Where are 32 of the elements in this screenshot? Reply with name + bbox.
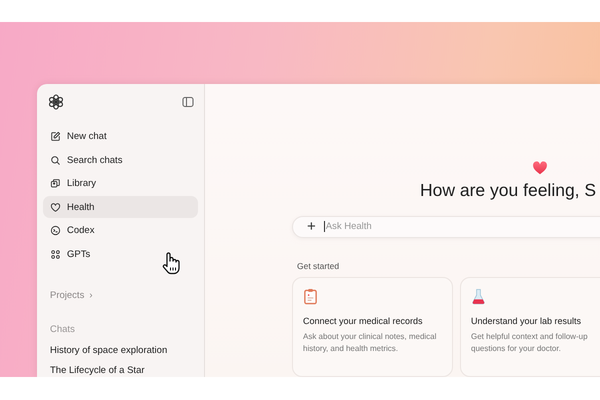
sidebar-item[interactable]: Search chats	[43, 149, 198, 172]
text-cursor-icon	[324, 221, 325, 232]
suggestion-card[interactable]: Understand your lab results Get helpful context and follow-up questions for your doctor.	[460, 277, 600, 377]
sidebar-item[interactable]: Codex	[43, 220, 198, 242]
sidebar-toggle-icon[interactable]	[182, 96, 194, 108]
chat-item[interactable]: History of space exploration	[43, 345, 198, 358]
search-icon	[50, 154, 61, 166]
greeting-heading: How are you feeling, S	[420, 178, 596, 201]
images-icon	[50, 178, 61, 190]
chat-input-field[interactable]: Ask Health	[326, 221, 526, 232]
card-title: Understand your lab results	[471, 316, 582, 326]
section-label: Get started	[297, 261, 340, 271]
section-label: Chats	[49, 324, 76, 336]
pointer-hand-icon	[160, 250, 182, 275]
chat-composer[interactable]: + Ask Health	[292, 216, 600, 238]
clipboard-icon	[303, 288, 318, 305]
add-button[interactable]: +	[307, 219, 316, 234]
sidebar-item[interactable]: GPTs	[43, 243, 198, 266]
flower-logo-icon[interactable]	[48, 94, 64, 110]
grid-icon	[50, 248, 61, 260]
sidebar-item[interactable]: Health	[43, 196, 198, 218]
card-title: Connect your medical records	[303, 316, 424, 326]
pencil-square-icon	[50, 131, 61, 142]
chat-item[interactable]: The Lifecycle of a Star	[43, 365, 198, 377]
heart-icon	[50, 202, 61, 213]
card-description: Ask about your clinical notes, medical history, and health metrics.	[303, 331, 438, 355]
sidebar-item[interactable]: Library	[43, 172, 198, 195]
card-description: Get helpful context and follow-up questions for your doctor.	[471, 331, 589, 355]
terminal-circle-icon	[50, 225, 61, 236]
sidebar-item[interactable]: New chat	[43, 126, 198, 148]
suggestion-card[interactable]: Connect your medical records Ask about your clinical notes, medical history, and health metrics.	[292, 277, 453, 377]
flask-icon	[471, 288, 486, 305]
